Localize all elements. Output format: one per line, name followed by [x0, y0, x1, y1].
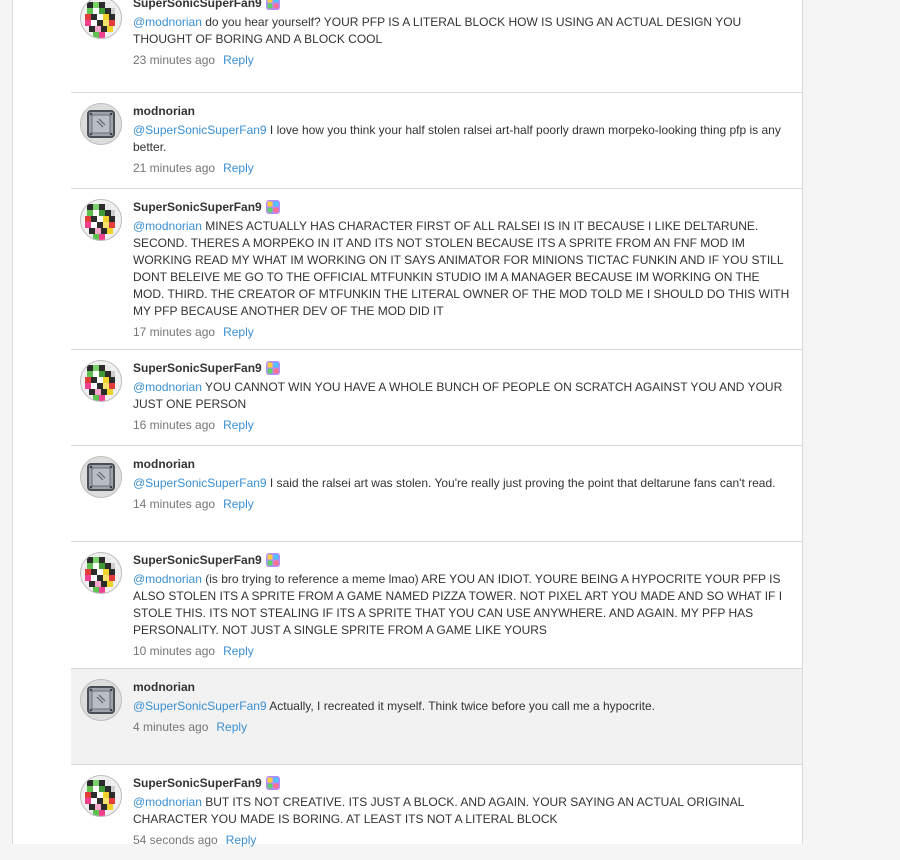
comment-body: @modnorian BUT ITS NOT CREATIVE. ITS JUS…	[133, 794, 792, 828]
comment-author[interactable]: modnorian	[133, 104, 195, 118]
comment-body: @SuperSonicSuperFan9 I love how you thin…	[133, 122, 792, 156]
reply-thread: SuperSonicSuperFan9 @modnorian do you he…	[71, 0, 802, 860]
comment-text: do you hear yourself? YOUR PFP IS A LITE…	[133, 15, 742, 46]
comment-timestamp: 21 minutes ago	[133, 161, 216, 175]
mention-link[interactable]: @SuperSonicSuperFan9	[133, 699, 267, 713]
comments-panel: SuperSonicSuperFan9 @modnorian do you he…	[13, 0, 802, 847]
reply-button[interactable]: Reply	[216, 720, 247, 734]
comment-item: modnorian @SuperSonicSuperFan9 I love how…	[71, 92, 802, 188]
avatar[interactable]	[80, 103, 122, 145]
avatar[interactable]	[80, 0, 122, 39]
comment-meta: 17 minutes ago Reply	[133, 324, 792, 340]
comment-meta: 54 seconds ago Reply	[133, 832, 792, 848]
comment-text: (is bro trying to reference a meme lmao)…	[133, 572, 783, 637]
comment-author[interactable]: SuperSonicSuperFan9	[133, 553, 262, 567]
reply-button[interactable]: Reply	[223, 644, 254, 658]
comment-meta: 14 minutes ago Reply	[133, 496, 792, 512]
comment-timestamp: 10 minutes ago	[133, 644, 216, 658]
comment-timestamp: 14 minutes ago	[133, 497, 216, 511]
badge-icon	[265, 199, 281, 215]
comment-body: @modnorian (is bro trying to reference a…	[133, 571, 792, 639]
avatar[interactable]	[80, 199, 122, 241]
comment-text: YOU CANNOT WIN YOU HAVE A WHOLE BUNCH OF…	[133, 380, 783, 411]
comment-timestamp: 17 minutes ago	[133, 325, 216, 339]
comment-item: SuperSonicSuperFan9 @modnorian MINES ACT…	[71, 188, 802, 349]
avatar[interactable]	[80, 552, 122, 594]
comment-header: SuperSonicSuperFan9	[133, 776, 792, 790]
comment-meta: 10 minutes ago Reply	[133, 643, 792, 659]
comment-body: @modnorian do you hear yourself? YOUR PF…	[133, 14, 792, 48]
comment-meta: 4 minutes ago Reply	[133, 719, 792, 735]
comment-item: SuperSonicSuperFan9 @modnorian (is bro t…	[71, 541, 802, 668]
comment-author[interactable]: SuperSonicSuperFan9	[133, 0, 262, 10]
comment-author[interactable]: modnorian	[133, 680, 195, 694]
reply-button[interactable]: Reply	[223, 53, 254, 67]
reply-button[interactable]: Reply	[223, 418, 254, 432]
avatar[interactable]	[80, 679, 122, 721]
badge-icon	[265, 0, 281, 11]
comment-author[interactable]: modnorian	[133, 457, 195, 471]
left-page-edge	[0, 0, 13, 844]
mention-link[interactable]: @modnorian	[133, 219, 202, 233]
comment-header: modnorian	[133, 457, 792, 471]
comment-text: BUT ITS NOT CREATIVE. ITS JUST A BLOCK. …	[133, 795, 744, 826]
comment-header: SuperSonicSuperFan9	[133, 553, 792, 567]
avatar[interactable]	[80, 456, 122, 498]
reply-button[interactable]: Reply	[223, 161, 254, 175]
comment-timestamp: 23 minutes ago	[133, 53, 216, 67]
comment-text: MINES ACTUALLY HAS CHARACTER FIRST OF AL…	[133, 219, 790, 318]
avatar[interactable]	[80, 360, 122, 402]
mention-link[interactable]: @SuperSonicSuperFan9	[133, 123, 267, 137]
reply-button[interactable]: Reply	[223, 325, 254, 339]
comment-header: SuperSonicSuperFan9	[133, 361, 792, 375]
comment-body: @SuperSonicSuperFan9 Actually, I recreat…	[133, 698, 792, 715]
comment-item: SuperSonicSuperFan9 @modnorian BUT ITS N…	[71, 764, 802, 860]
comment-timestamp: 16 minutes ago	[133, 418, 216, 432]
comment-meta: 16 minutes ago Reply	[133, 417, 792, 433]
comment-item: modnorian @SuperSonicSuperFan9 Actually, …	[71, 668, 802, 764]
comment-header: modnorian	[133, 104, 792, 118]
comment-header: modnorian	[133, 680, 792, 694]
mention-link[interactable]: @SuperSonicSuperFan9	[133, 476, 267, 490]
comment-item: SuperSonicSuperFan9 @modnorian YOU CANNO…	[71, 349, 802, 445]
mention-link[interactable]: @modnorian	[133, 380, 202, 394]
comment-timestamp: 54 seconds ago	[133, 833, 218, 847]
comment-author[interactable]: SuperSonicSuperFan9	[133, 776, 262, 790]
mention-link[interactable]: @modnorian	[133, 795, 202, 809]
comment-text: Actually, I recreated it myself. Think t…	[266, 699, 655, 713]
comment-item: modnorian @SuperSonicSuperFan9 I said the…	[71, 445, 802, 541]
badge-icon	[265, 552, 281, 568]
comment-text: I said the ralsei art was stolen. You're…	[266, 476, 776, 490]
right-page-margin	[802, 0, 900, 844]
comment-body: @SuperSonicSuperFan9 I said the ralsei a…	[133, 475, 792, 492]
comment-item: SuperSonicSuperFan9 @modnorian do you he…	[71, 0, 802, 92]
comment-header: SuperSonicSuperFan9	[133, 0, 792, 10]
comment-body: @modnorian YOU CANNOT WIN YOU HAVE A WHO…	[133, 379, 792, 413]
reply-button[interactable]: Reply	[226, 833, 257, 847]
badge-icon	[265, 775, 281, 791]
avatar[interactable]	[80, 775, 122, 817]
mention-link[interactable]: @modnorian	[133, 15, 202, 29]
comment-meta: 23 minutes ago Reply	[133, 52, 792, 68]
badge-icon	[265, 360, 281, 376]
comment-author[interactable]: SuperSonicSuperFan9	[133, 200, 262, 214]
comment-timestamp: 4 minutes ago	[133, 720, 209, 734]
mention-link[interactable]: @modnorian	[133, 572, 202, 586]
comment-meta: 21 minutes ago Reply	[133, 160, 792, 176]
comment-body: @modnorian MINES ACTUALLY HAS CHARACTER …	[133, 218, 792, 320]
reply-button[interactable]: Reply	[223, 497, 254, 511]
comment-header: SuperSonicSuperFan9	[133, 200, 792, 214]
comment-author[interactable]: SuperSonicSuperFan9	[133, 361, 262, 375]
